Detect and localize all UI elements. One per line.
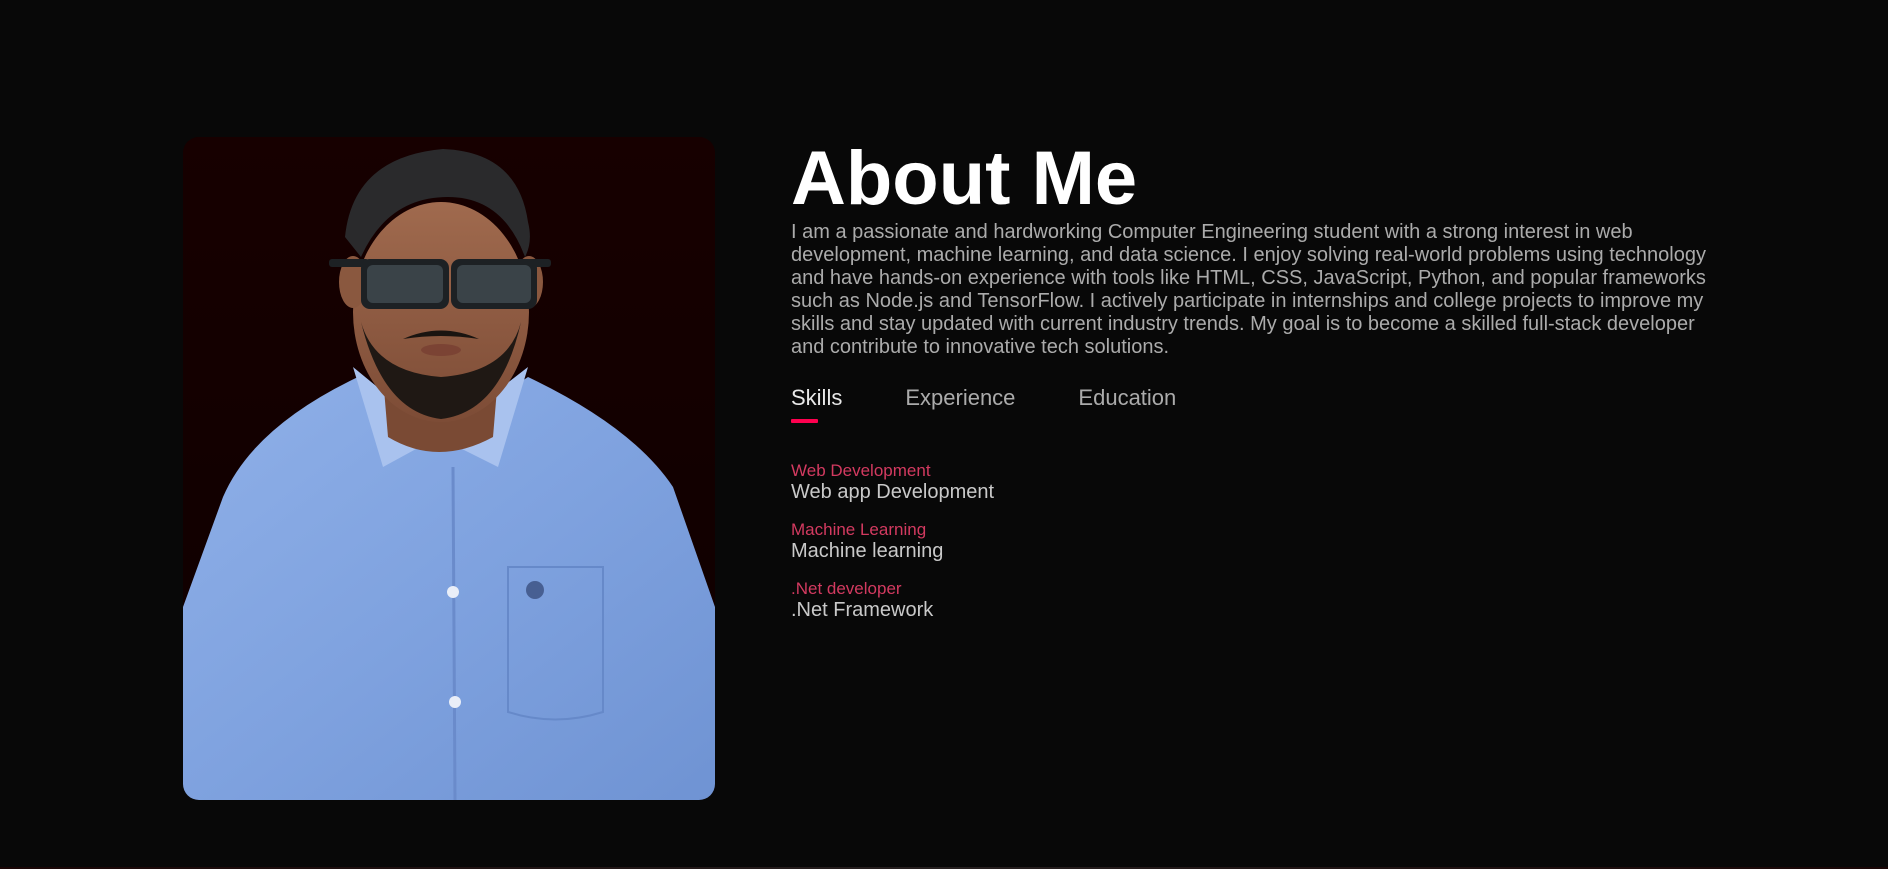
profile-photo [183,137,715,800]
tab-experience[interactable]: Experience [905,385,1015,425]
skills-list: Web Development Web app Development Mach… [791,461,1711,622]
skill-title: .Net developer [791,579,902,598]
tab-label: Skills [791,385,843,410]
about-bio: I am a passionate and hardworking Comput… [791,221,1706,358]
tab-label: Experience [905,385,1016,410]
skill-description: .Net Framework [791,599,934,621]
skill-description: Machine learning [791,540,944,562]
tab-education[interactable]: Education [1078,385,1176,425]
skill-title: Web Development [791,461,931,480]
active-tab-underline [791,419,818,423]
list-item: Machine Learning Machine learning [791,520,1711,563]
list-item: Web Development Web app Development [791,461,1711,504]
about-content: About Me I am a passionate and hardworki… [791,137,1711,638]
tab-skills[interactable]: Skills [791,385,842,425]
about-section: About Me I am a passionate and hardworki… [0,0,1888,869]
skill-title: Machine Learning [791,520,927,539]
list-item: .Net developer .Net Framework [791,579,1711,622]
page-title: About Me [791,136,1138,221]
skill-description: Web app Development [791,481,995,503]
tab-label: Education [1078,385,1177,410]
tab-bar: Skills Experience Education [791,385,1711,425]
